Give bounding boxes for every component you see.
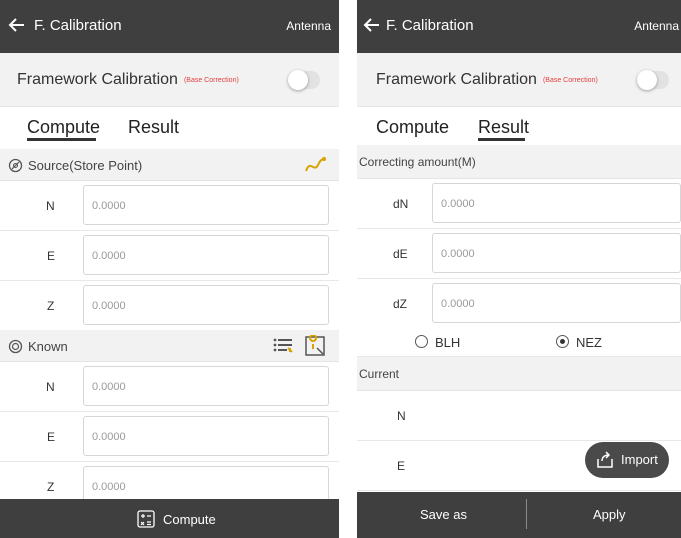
source-n-label: N	[46, 199, 55, 213]
tab-compute[interactable]: Compute	[376, 117, 449, 138]
radio-blh[interactable]	[415, 335, 428, 348]
source-title: Source(Store Point)	[28, 158, 143, 173]
known-title: Known	[28, 339, 68, 354]
known-n-row: N 0.0000	[0, 362, 339, 412]
source-n-row: N 0.0000	[0, 181, 339, 231]
source-e-row: E 0.0000	[0, 231, 339, 281]
known-e-row: E 0.0000	[0, 412, 339, 462]
apply-button[interactable]: Apply	[593, 507, 626, 522]
dn-input[interactable]: 0.0000	[432, 183, 681, 223]
base-correction-note: (Base Correction)	[542, 77, 598, 84]
base-correction-note: (Base Correction)	[183, 77, 239, 84]
active-tab-underline	[27, 138, 96, 141]
dz-input[interactable]: 0.0000	[432, 283, 681, 323]
tab-bar: Compute Result	[357, 107, 681, 149]
map-pick-icon[interactable]	[304, 335, 326, 357]
page-title: F. Calibration	[386, 17, 474, 34]
top-bar: F. Calibration Antenna	[357, 0, 681, 53]
radio-nez-label: NEZ	[576, 335, 602, 350]
radio-nez[interactable]	[556, 335, 569, 348]
coordinate-type-row: BLH NEZ	[357, 327, 681, 357]
calculator-icon	[137, 510, 155, 528]
dz-row: dZ 0.0000	[357, 279, 681, 329]
toggle-knob	[288, 70, 308, 90]
framework-calibration-label: Framework Calibration (Base Correction)	[17, 71, 239, 88]
known-section-header: Known	[0, 330, 339, 362]
source-z-input[interactable]: 0.0000	[83, 285, 329, 325]
compute-label: Compute	[163, 512, 216, 527]
framework-calibration-toggle[interactable]	[637, 70, 669, 90]
framework-calibration-toggle[interactable]	[288, 70, 320, 90]
tab-bar: Compute Result	[0, 107, 339, 149]
bottom-divider	[526, 499, 527, 529]
current-n-label: N	[397, 409, 406, 423]
dn-label: dN	[393, 197, 409, 211]
result-screen: F. Calibration Antenna Framework Calibra…	[357, 0, 681, 538]
de-row: dE 0.0000	[357, 229, 681, 279]
current-title: Current	[359, 367, 400, 381]
dn-row: dN 0.0000	[357, 179, 681, 229]
top-bar: F. Calibration Antenna	[0, 0, 339, 53]
source-z-label: Z	[47, 299, 55, 313]
import-icon	[597, 451, 613, 468]
tab-result[interactable]: Result	[128, 117, 179, 138]
import-button[interactable]: Import	[585, 442, 669, 478]
source-section-header: Source(Store Point)	[0, 149, 339, 181]
compute-screen: F. Calibration Antenna Framework Calibra…	[0, 0, 339, 538]
back-arrow-icon[interactable]	[363, 16, 381, 34]
known-n-label: N	[46, 380, 55, 394]
source-n-input[interactable]: 0.0000	[83, 185, 329, 225]
source-z-row: Z 0.0000	[0, 281, 339, 331]
point-icon	[8, 158, 23, 173]
save-as-button[interactable]: Save as	[420, 507, 467, 522]
current-e-label: E	[397, 459, 406, 473]
source-e-input[interactable]: 0.0000	[83, 235, 329, 275]
back-arrow-icon[interactable]	[8, 16, 26, 34]
current-n-row: N	[357, 391, 681, 441]
known-e-label: E	[47, 430, 56, 444]
known-n-input[interactable]: 0.0000	[83, 366, 329, 406]
known-z-label: Z	[47, 480, 55, 494]
radio-blh-label: BLH	[435, 335, 461, 350]
page-title: F. Calibration	[34, 17, 122, 34]
antenna-button[interactable]: Antenna	[286, 19, 331, 33]
correcting-title: Correcting amount(M)	[359, 155, 476, 169]
point-list-icon[interactable]	[272, 335, 294, 357]
framework-calibration-label: Framework Calibration (Base Correction)	[376, 71, 598, 88]
de-label: dE	[393, 247, 408, 261]
target-icon	[8, 339, 23, 354]
correcting-section-header: Correcting amount(M)	[357, 145, 681, 179]
source-e-label: E	[47, 249, 56, 263]
tab-compute[interactable]: Compute	[27, 117, 100, 138]
current-section-header: Current	[357, 357, 681, 391]
route-icon[interactable]	[304, 155, 326, 175]
compute-button[interactable]: Compute	[0, 499, 339, 538]
toggle-knob	[637, 70, 657, 90]
framework-calibration-row: Framework Calibration (Base Correction)	[0, 53, 339, 107]
framework-calibration-row: Framework Calibration (Base Correction)	[357, 53, 681, 107]
de-input[interactable]: 0.0000	[432, 233, 681, 273]
import-label: Import	[621, 452, 658, 467]
known-e-input[interactable]: 0.0000	[83, 416, 329, 456]
antenna-button[interactable]: Antenna	[634, 19, 679, 33]
active-tab-underline	[478, 138, 525, 141]
tab-result[interactable]: Result	[478, 117, 529, 138]
bottom-action-bar: Save as Apply	[357, 492, 681, 538]
dz-label: dZ	[393, 297, 408, 311]
